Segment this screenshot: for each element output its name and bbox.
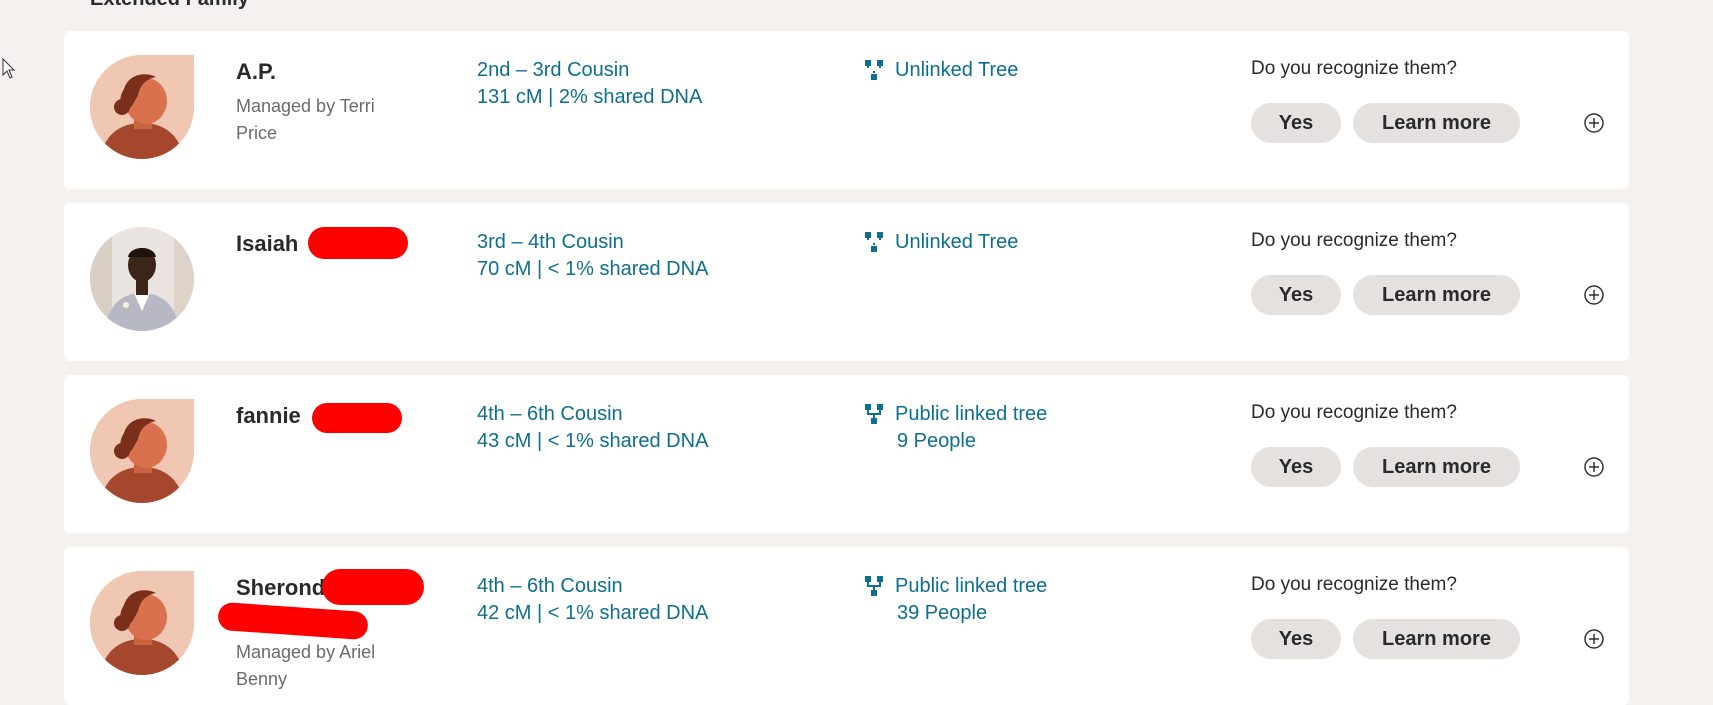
managed-by-text: Managed by Ariel Benny — [236, 642, 376, 689]
relationship-label[interactable]: 4th – 6th Cousin — [477, 401, 708, 428]
shared-dna-text[interactable]: 70 cM | < 1% shared DNA — [477, 256, 708, 283]
mouse-cursor-icon — [2, 58, 16, 79]
unlinked-tree-icon — [865, 60, 883, 80]
profile-photo-icon — [90, 227, 194, 331]
match-name[interactable]: fannie — [236, 403, 301, 429]
linked-tree-icon — [865, 576, 883, 596]
section-title: Extended Family — [90, 0, 249, 11]
match-name[interactable]: A.P. — [236, 59, 276, 85]
tree-label[interactable]: Public linked tree — [895, 573, 1047, 600]
relationship-label[interactable]: 3rd – 4th Cousin — [477, 229, 708, 256]
shared-dna-text[interactable]: 131 cM | 2% shared DNA — [477, 84, 702, 111]
match-card[interactable]: Sherond Managed by Ariel Benny 4th – 6th… — [64, 547, 1629, 705]
recognize-prompt: Do you recognize them? — [1251, 574, 1457, 595]
avatar-silhouette — [90, 55, 194, 159]
redaction-mark — [217, 601, 369, 641]
relationship-info[interactable]: 2nd – 3rd Cousin 131 cM | 2% shared DNA — [477, 57, 702, 111]
expand-plus-icon[interactable] — [1583, 284, 1605, 306]
tree-people-count[interactable]: 9 People — [897, 428, 976, 455]
match-card[interactable]: Isaiah 3rd – 4th Cousin 70 cM | < 1% sha… — [64, 203, 1629, 361]
recognize-prompt: Do you recognize them? — [1251, 58, 1457, 79]
learn-more-button[interactable]: Learn more — [1353, 619, 1520, 659]
expand-plus-icon[interactable] — [1583, 456, 1605, 478]
tree-label[interactable]: Public linked tree — [895, 401, 1047, 428]
person-silhouette-icon — [90, 571, 194, 675]
learn-more-button[interactable]: Learn more — [1353, 275, 1520, 315]
recognize-prompt: Do you recognize them? — [1251, 402, 1457, 423]
redaction-mark — [308, 227, 408, 259]
avatar-silhouette — [90, 399, 194, 503]
avatar-photo — [90, 227, 194, 331]
managed-by-text: Managed by Terri Price — [236, 96, 375, 143]
relationship-info[interactable]: 4th – 6th Cousin 43 cM | < 1% shared DNA — [477, 401, 708, 455]
shared-dna-text[interactable]: 42 cM | < 1% shared DNA — [477, 600, 708, 627]
yes-button[interactable]: Yes — [1251, 447, 1341, 487]
tree-people-count[interactable]: 39 People — [897, 600, 987, 627]
expand-plus-icon[interactable] — [1583, 628, 1605, 650]
expand-plus-icon[interactable] — [1583, 112, 1605, 134]
unlinked-tree-icon — [865, 232, 883, 252]
relationship-label[interactable]: 2nd – 3rd Cousin — [477, 57, 702, 84]
yes-button[interactable]: Yes — [1251, 275, 1341, 315]
avatar-silhouette — [90, 571, 194, 675]
redaction-mark — [312, 403, 402, 433]
redaction-mark — [322, 569, 424, 605]
linked-tree-icon — [865, 404, 883, 424]
recognize-prompt: Do you recognize them? — [1251, 230, 1457, 251]
yes-button[interactable]: Yes — [1251, 103, 1341, 143]
match-card[interactable]: fannie 4th – 6th Cousin 43 cM | < 1% sha… — [64, 375, 1629, 533]
relationship-label[interactable]: 4th – 6th Cousin — [477, 573, 708, 600]
match-name[interactable]: Sherond — [236, 575, 325, 601]
tree-label[interactable]: Unlinked Tree — [895, 57, 1018, 84]
learn-more-button[interactable]: Learn more — [1353, 103, 1520, 143]
match-card[interactable]: A.P. Managed by Terri Price 2nd – 3rd Co… — [64, 31, 1629, 189]
tree-label[interactable]: Unlinked Tree — [895, 229, 1018, 256]
learn-more-button[interactable]: Learn more — [1353, 447, 1520, 487]
yes-button[interactable]: Yes — [1251, 619, 1341, 659]
person-silhouette-icon — [90, 399, 194, 503]
relationship-info[interactable]: 4th – 6th Cousin 42 cM | < 1% shared DNA — [477, 573, 708, 627]
relationship-info[interactable]: 3rd – 4th Cousin 70 cM | < 1% shared DNA — [477, 229, 708, 283]
shared-dna-text[interactable]: 43 cM | < 1% shared DNA — [477, 428, 708, 455]
match-name[interactable]: Isaiah — [236, 231, 298, 257]
person-silhouette-icon — [90, 55, 194, 159]
